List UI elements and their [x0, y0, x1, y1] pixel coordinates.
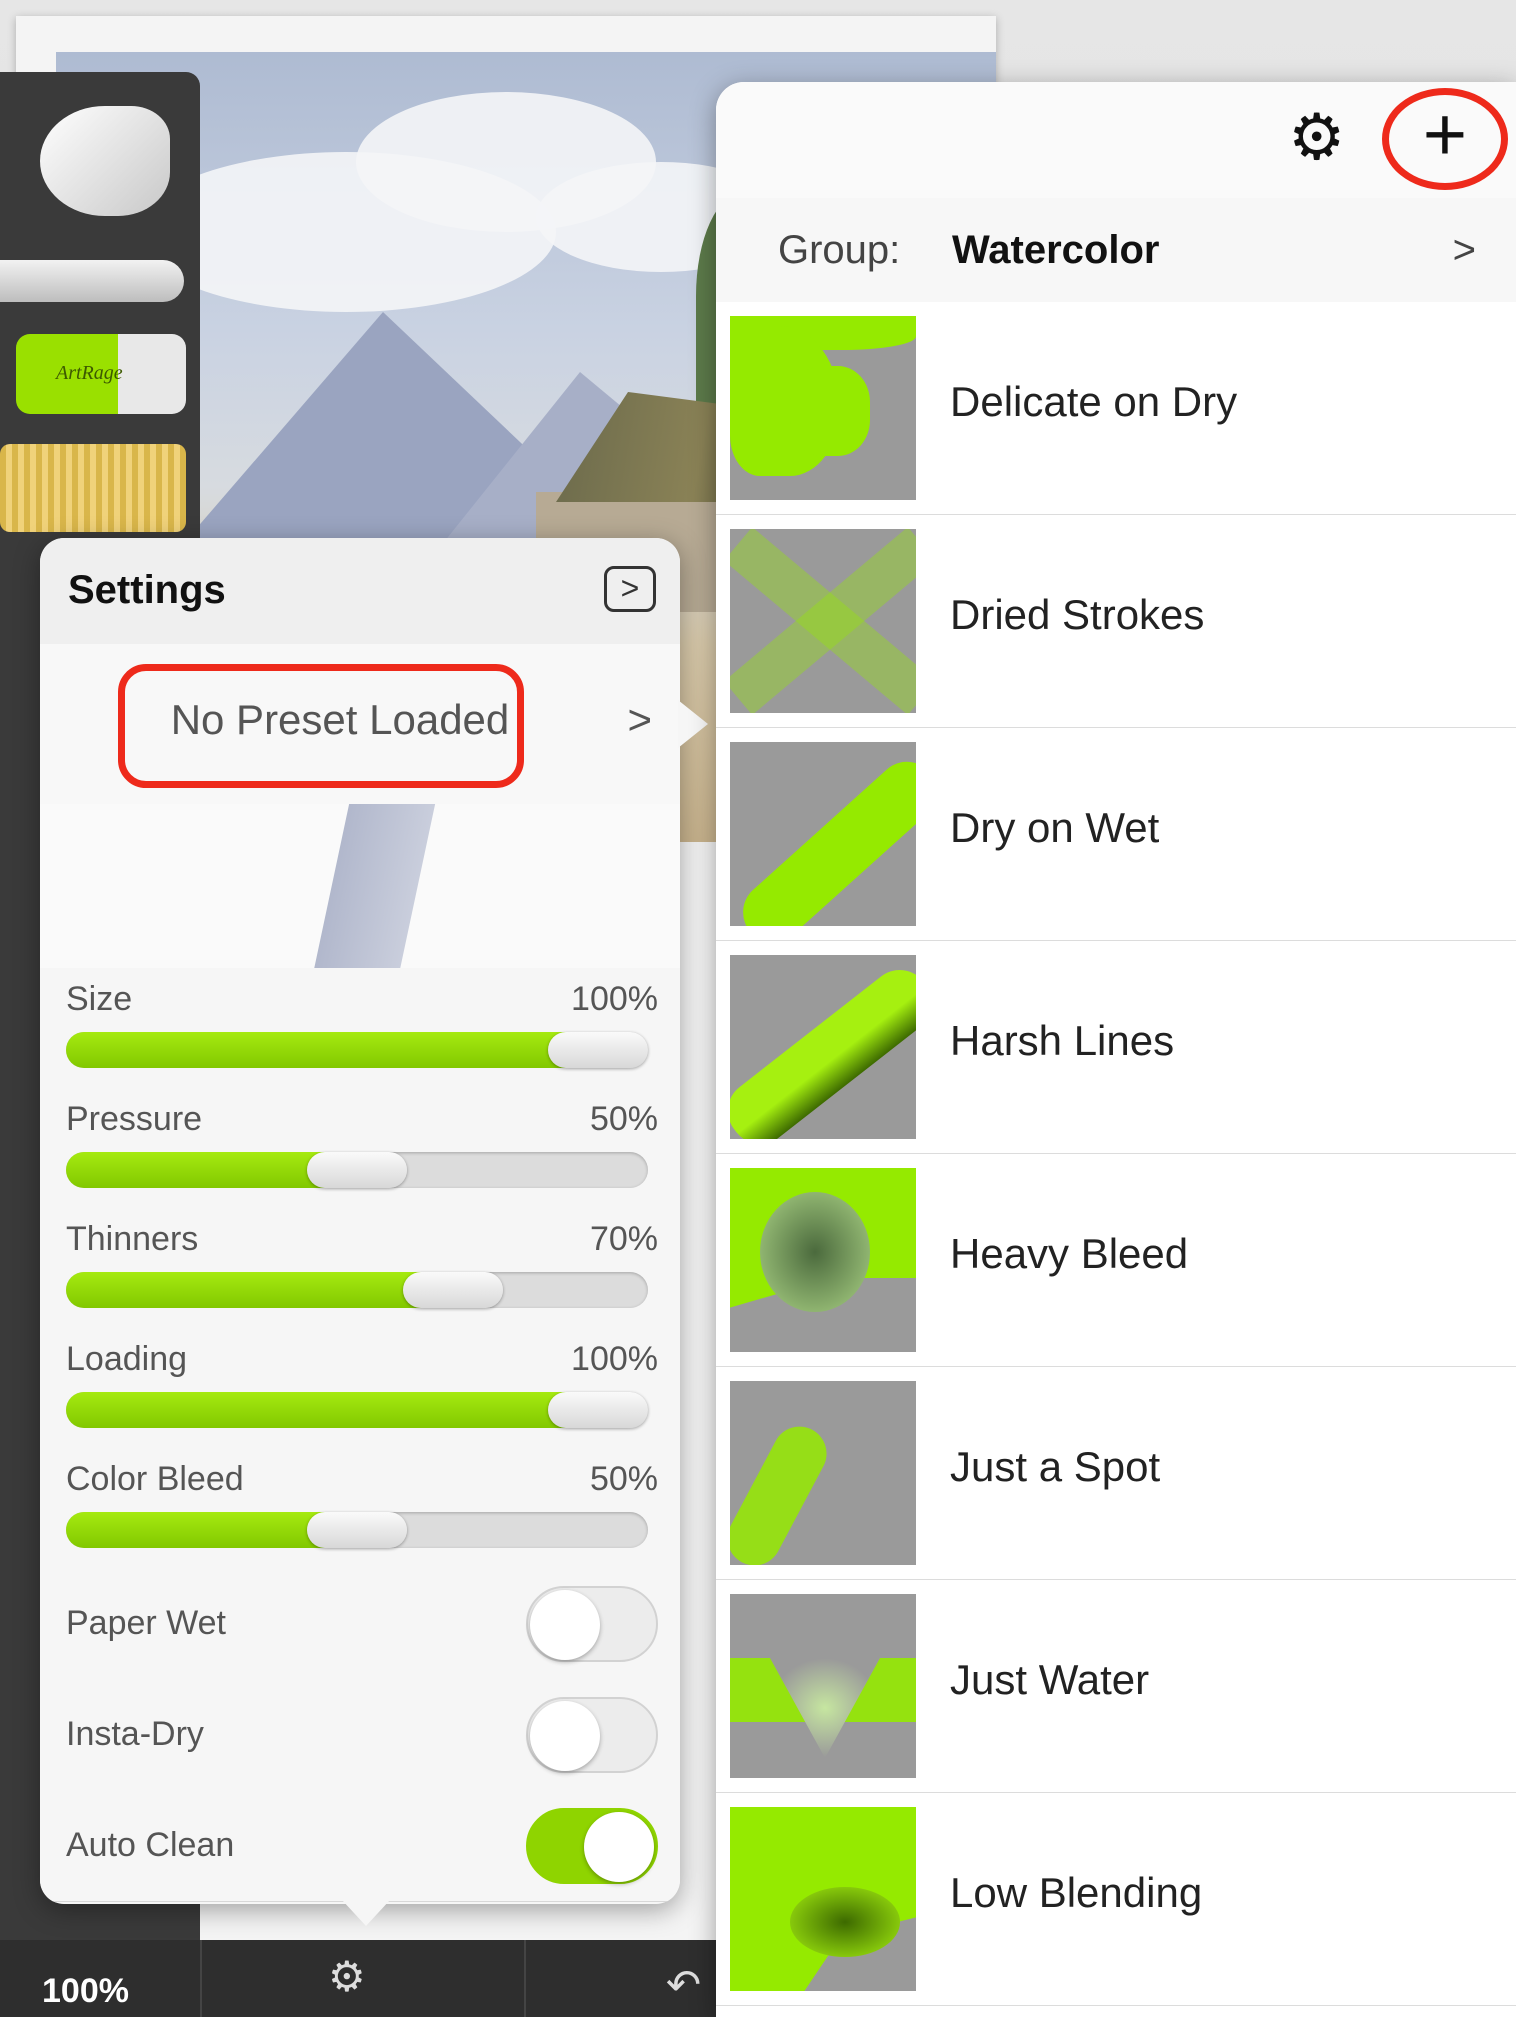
- stroke-preview: [40, 804, 680, 969]
- popover-arrow: [342, 1900, 390, 1926]
- slider-label: Size: [66, 980, 133, 1018]
- slider-value: 100%: [571, 1340, 658, 1378]
- slider-row: Loading 100%: [40, 1328, 680, 1449]
- toggle-row: Insta-Dry: [40, 1679, 680, 1791]
- undo-icon[interactable]: ↶: [666, 1960, 701, 2009]
- chevron-right-icon: >: [627, 696, 652, 743]
- slider-track[interactable]: [66, 1512, 648, 1548]
- slider-knob[interactable]: [307, 1152, 407, 1188]
- slider-value: 70%: [589, 1220, 658, 1258]
- preset-name: Delicate on Dry: [950, 378, 1238, 425]
- presets-toolbar: ⚙ +: [716, 82, 1516, 199]
- slider-track[interactable]: [66, 1272, 648, 1308]
- slider-fill: [66, 1272, 453, 1308]
- slider-track[interactable]: [66, 1392, 648, 1428]
- slider-label: Thinners: [66, 1220, 199, 1258]
- preset-name: Just a Spot: [950, 1443, 1161, 1490]
- preset-thumbnail: [730, 1594, 916, 1778]
- preset-list-item[interactable]: Low Blending: [716, 1793, 1516, 2006]
- preset-name: Harsh Lines: [950, 1017, 1175, 1064]
- slider-fill: [66, 1392, 598, 1428]
- group-selector[interactable]: Group: Watercolor >: [716, 198, 1516, 303]
- preset-list-item[interactable]: Dried Strokes: [716, 515, 1516, 728]
- gear-icon[interactable]: ⚙: [1288, 102, 1345, 172]
- chevron-right-icon: >: [1452, 228, 1476, 272]
- preset-thumbnail: [730, 1381, 916, 1565]
- slider-track[interactable]: [66, 1152, 648, 1188]
- preset-thumbnail: [730, 1807, 916, 1991]
- toggle-row: Auto Clean: [40, 1790, 680, 1902]
- preset-name: Low Blending: [950, 1869, 1203, 1916]
- preset-thumbnail: [730, 1168, 916, 1352]
- slider-track[interactable]: [66, 1032, 648, 1068]
- group-value: Watercolor: [952, 228, 1160, 272]
- slider-row: Size 100%: [40, 968, 680, 1089]
- popover-arrow-right: [678, 700, 708, 748]
- slider-knob[interactable]: [548, 1032, 648, 1068]
- expand-settings-button[interactable]: >: [604, 566, 656, 612]
- preset-list-item[interactable]: Dry on Wet: [716, 728, 1516, 941]
- slider-label: Loading: [66, 1340, 188, 1378]
- slider-row: Pressure 50%: [40, 1088, 680, 1209]
- preset-thumbnail: [730, 529, 916, 713]
- toggle-row: Paper Wet: [40, 1568, 680, 1680]
- settings-title: Settings: [68, 568, 226, 612]
- slider-row: Color Bleed 50%: [40, 1448, 680, 1569]
- slider-knob[interactable]: [307, 1512, 407, 1548]
- slider-row: Thinners 70%: [40, 1208, 680, 1329]
- slider-label: Color Bleed: [66, 1460, 244, 1498]
- preset-list-item[interactable]: Just a Spot: [716, 1367, 1516, 1580]
- pencil-tool[interactable]: [0, 260, 184, 302]
- zoom-level[interactable]: 100%: [42, 1972, 129, 2011]
- settings-header: Settings >: [40, 538, 680, 645]
- preset-thumbnail: [730, 316, 916, 500]
- preset-highlight-annotation: [118, 664, 524, 788]
- slider-value: 50%: [589, 1460, 658, 1498]
- toggle-switch[interactable]: [526, 1586, 658, 1662]
- preset-list-item[interactable]: Just Water: [716, 1580, 1516, 1793]
- slider-label: Pressure: [66, 1100, 203, 1138]
- slider-fill: [66, 1032, 598, 1068]
- preset-name: Dried Strokes: [950, 591, 1205, 638]
- preset-name: Dry on Wet: [950, 804, 1160, 851]
- paint-pot-tool[interactable]: [40, 106, 170, 216]
- preset-list-item[interactable]: Heavy Bleed: [716, 1154, 1516, 1367]
- toggle-switch[interactable]: [526, 1697, 658, 1773]
- eraser-tool[interactable]: ArtRage: [16, 334, 186, 414]
- toggle-label: Paper Wet: [66, 1604, 227, 1642]
- add-preset-button[interactable]: +: [1382, 88, 1508, 190]
- slider-value: 50%: [589, 1100, 658, 1138]
- slider-knob[interactable]: [548, 1392, 648, 1428]
- toggle-switch[interactable]: [526, 1808, 658, 1884]
- preset-name: Heavy Bleed: [950, 1230, 1189, 1277]
- eraser-brand-label: ArtRage: [56, 362, 123, 384]
- slider-value: 100%: [571, 980, 658, 1018]
- toggle-label: Insta-Dry: [66, 1715, 204, 1753]
- presets-panel: ⚙ + Group: Watercolor > Delicate on Dry D…: [716, 82, 1516, 2017]
- toggle-label: Auto Clean: [66, 1826, 235, 1864]
- preset-list-item[interactable]: Harsh Lines: [716, 941, 1516, 1154]
- glitter-tool[interactable]: [0, 444, 186, 532]
- group-label: Group:: [778, 228, 901, 272]
- preset-thumbnail: [730, 955, 916, 1139]
- settings-gears-icon[interactable]: ⚙: [328, 1952, 366, 2001]
- preset-name: Just Water: [950, 1656, 1150, 1703]
- preset-list-item[interactable]: Delicate on Dry: [716, 302, 1516, 515]
- preset-thumbnail: [730, 742, 916, 926]
- slider-knob[interactable]: [403, 1272, 503, 1308]
